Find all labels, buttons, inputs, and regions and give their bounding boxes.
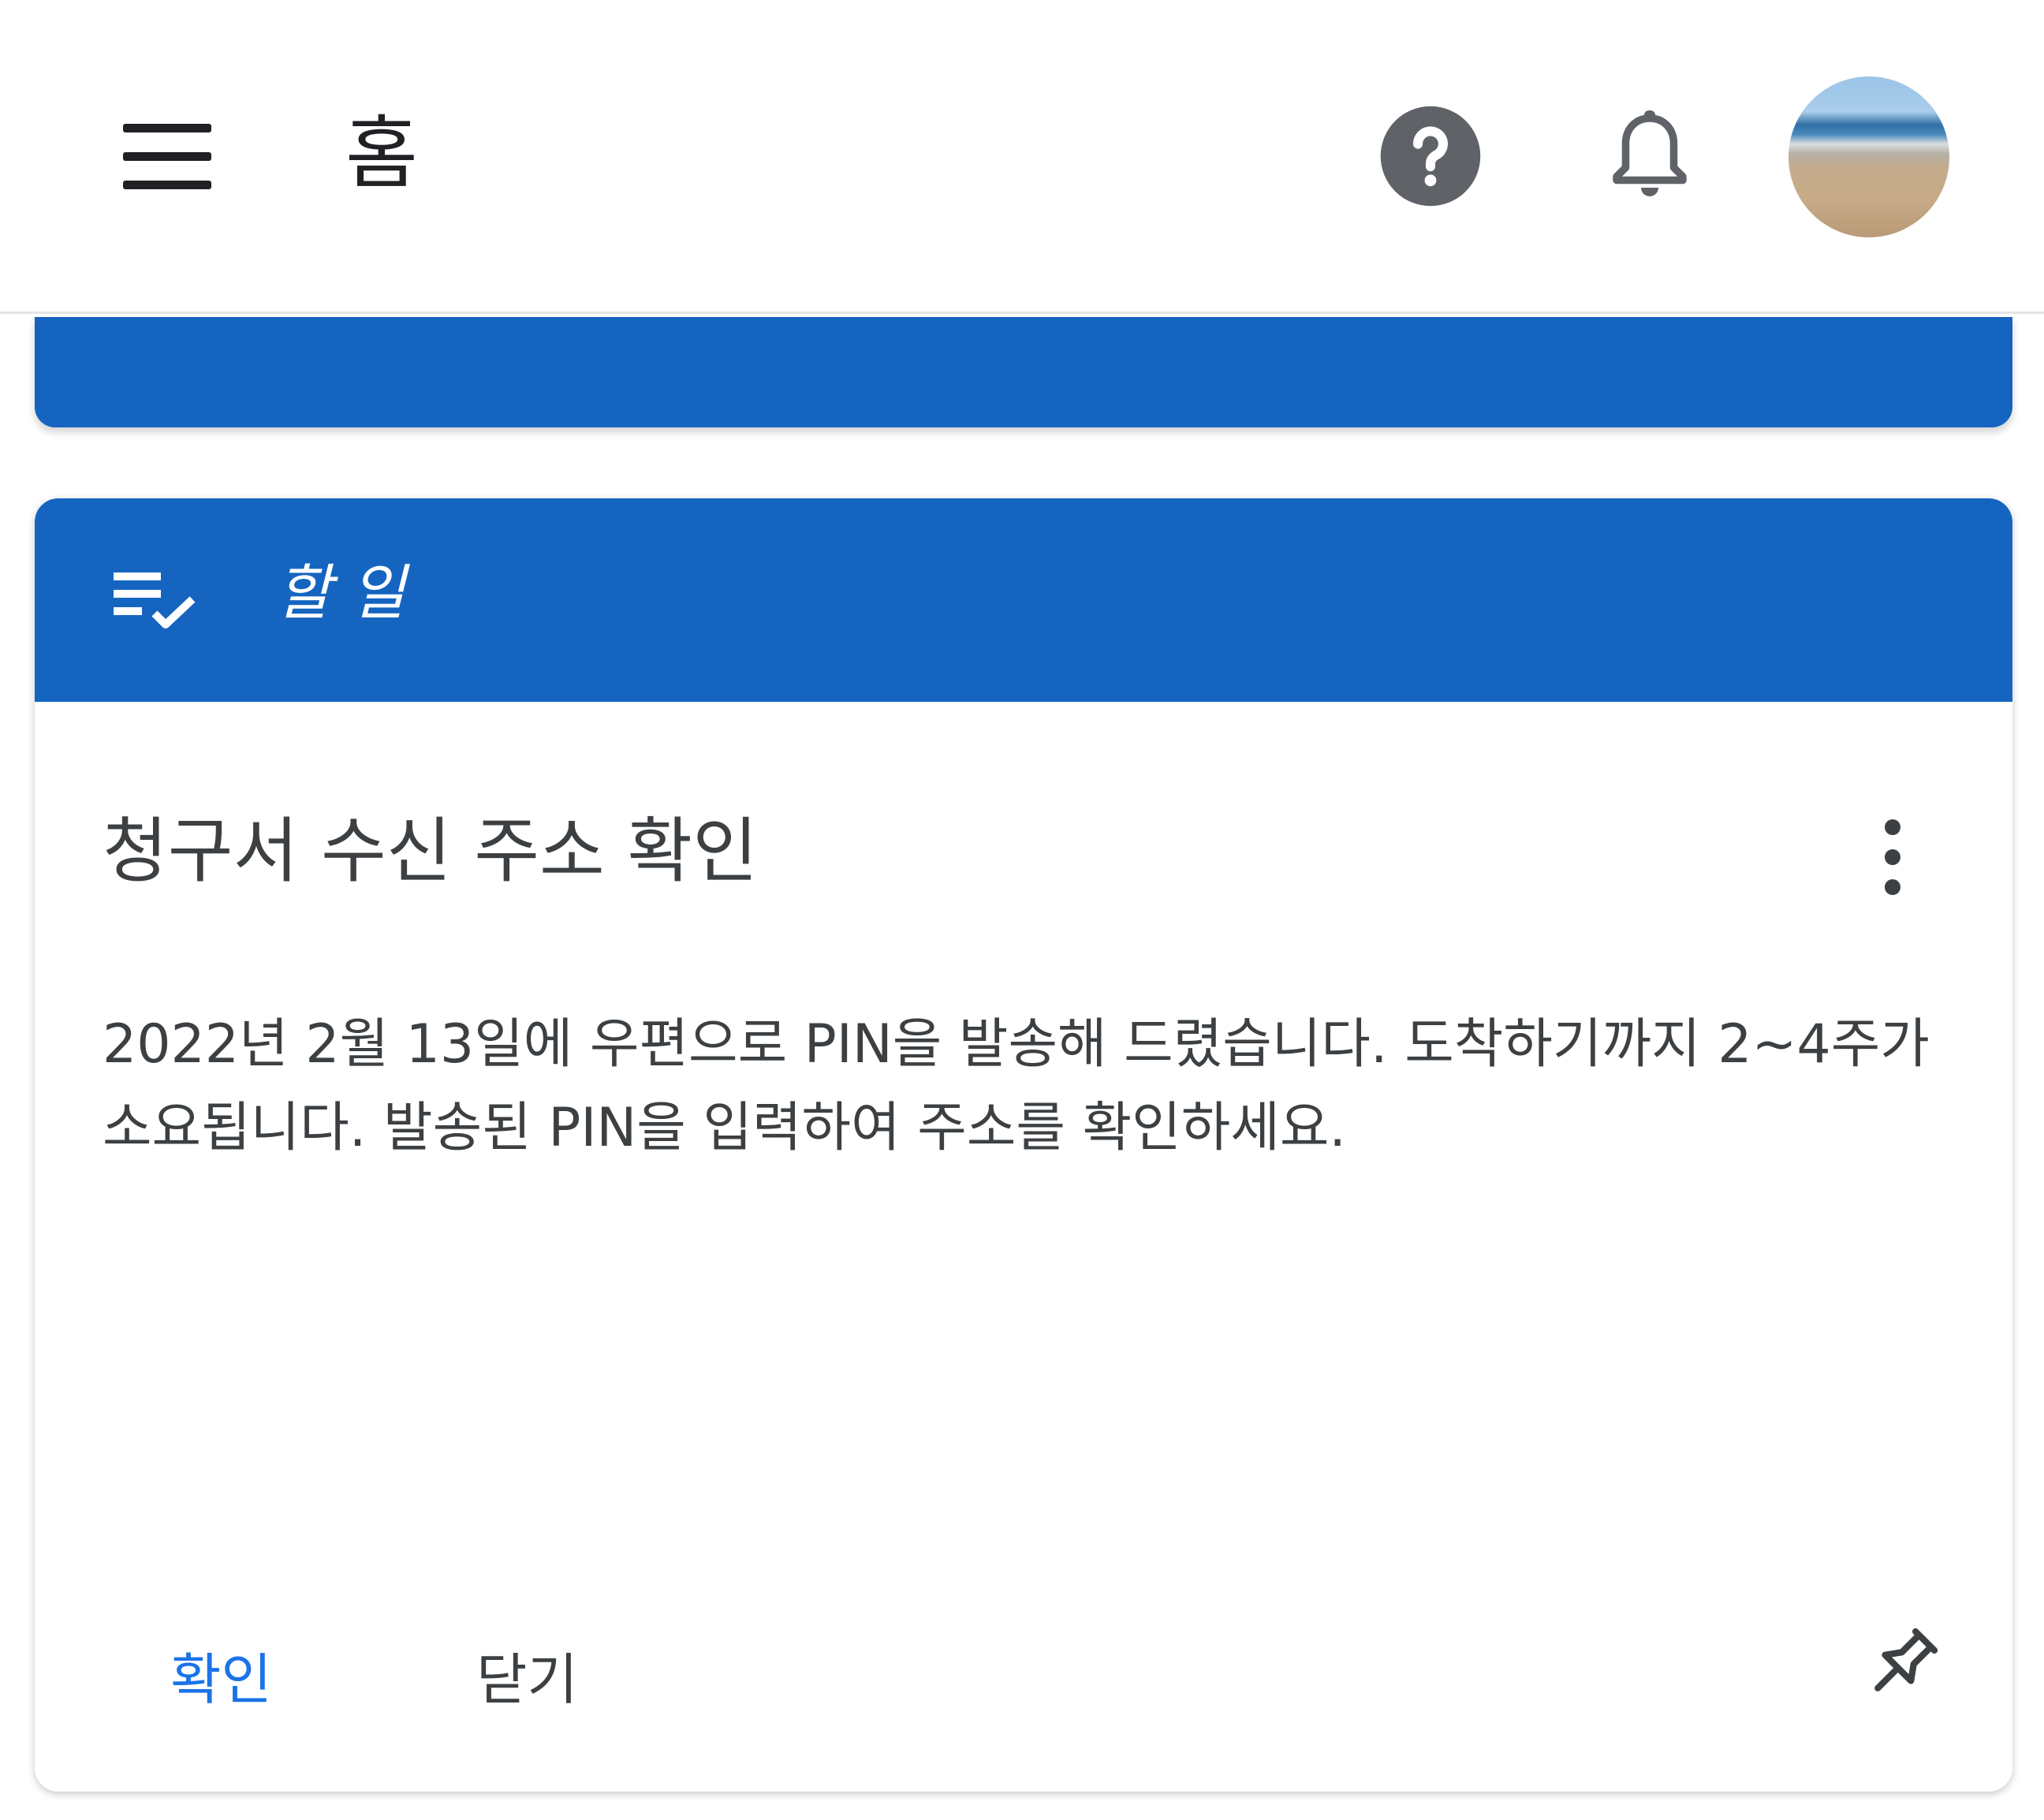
more-vert-icon[interactable] [1861,814,1924,901]
checklist-icon [114,569,200,634]
confirm-button[interactable]: 확인 [170,1640,272,1719]
bell-icon[interactable] [1602,106,1697,208]
menu-icon[interactable] [120,122,216,190]
todo-card: 할 일 청구서 수신 주소 확인 2022년 2월 13일에 우편으로 PIN을… [35,498,2012,1792]
top-app-bar: 홈 [0,0,2044,314]
pin-icon[interactable] [1856,1618,1948,1710]
todo-card-header: 할 일 [35,498,2012,702]
banner-card [35,317,2012,427]
page-title: 홈 [345,107,418,200]
close-button[interactable]: 닫기 [476,1640,578,1719]
avatar[interactable] [1788,76,1949,237]
task-description: 2022년 2월 13일에 우편으로 PIN을 발송해 드렸습니다. 도착하기까… [103,1013,1930,1159]
help-icon[interactable] [1378,104,1483,208]
todo-card-title: 할 일 [276,558,405,628]
task-title: 청구서 수신 주소 확인 [103,810,759,893]
